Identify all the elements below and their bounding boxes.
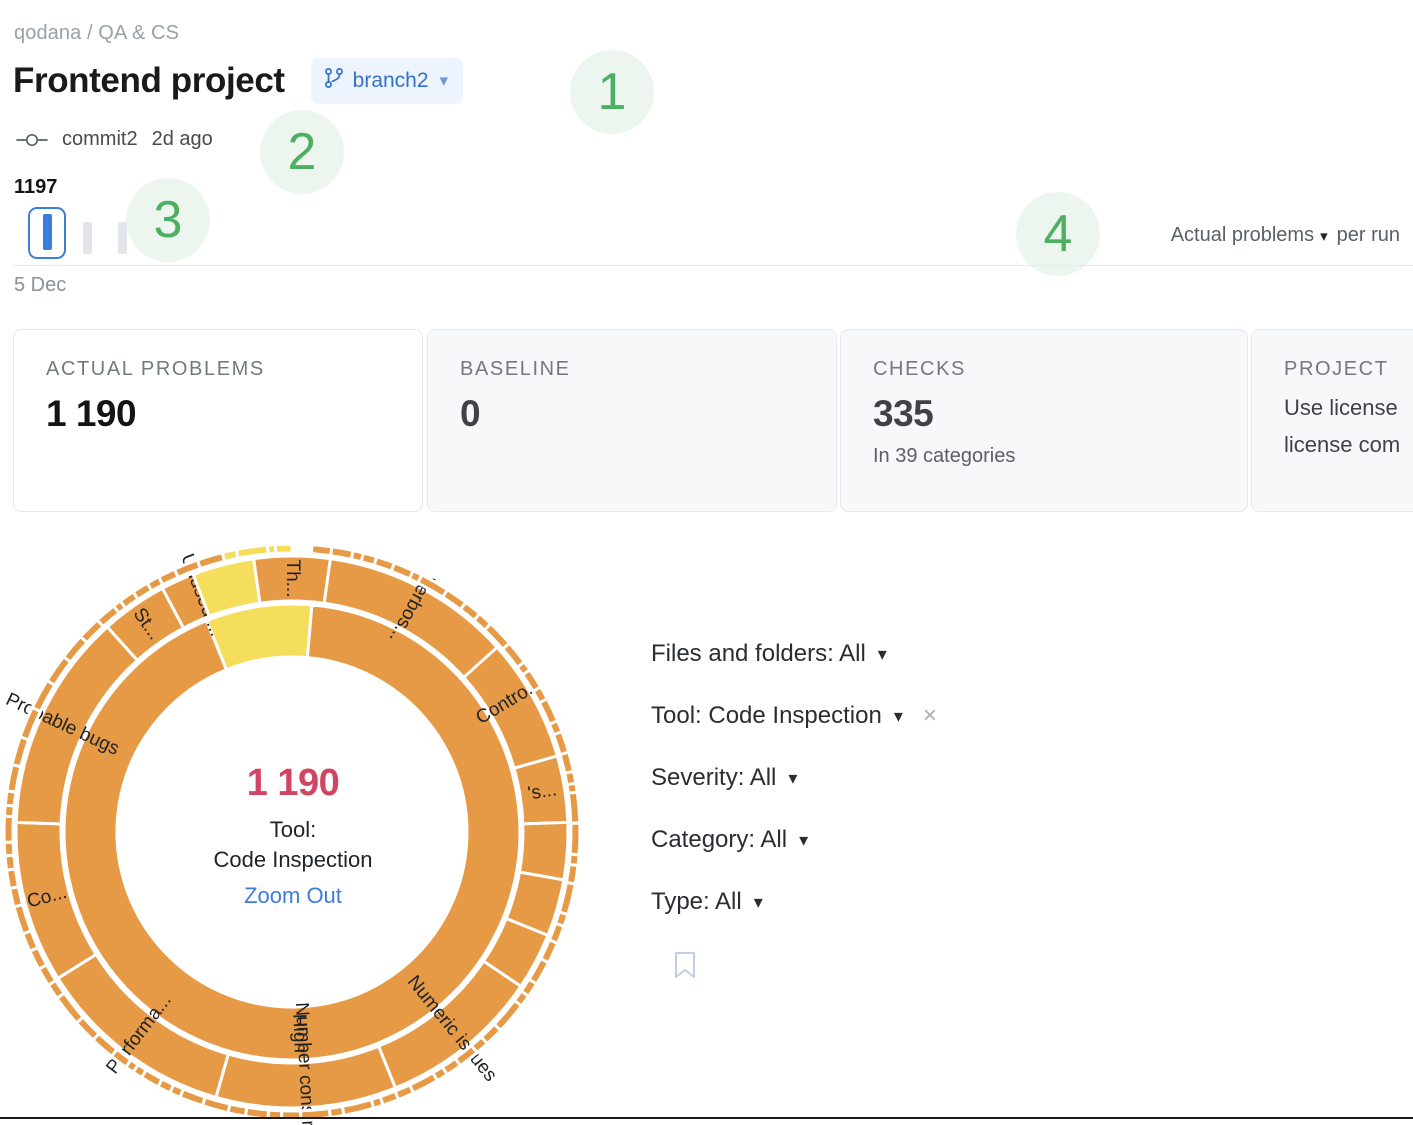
card-baseline[interactable]: BASELINE 0 [427, 329, 837, 512]
sunburst-label: Tool: Code Inspection [148, 815, 438, 874]
bottom-divider [0, 1117, 1413, 1119]
per-run-metric[interactable]: Actual problems [1171, 224, 1314, 247]
filter-panel: Files and folders: All ▾ Tool: Code Insp… [651, 640, 937, 985]
sunburst-inspection-22[interactable] [568, 792, 580, 823]
filter-files-and-folders[interactable]: Files and folders: All ▾ [651, 640, 937, 668]
run-bar-0[interactable] [43, 214, 52, 250]
commit-dot-icon [16, 132, 48, 148]
per-run-selector: Actual problems ▾ per run [1171, 224, 1400, 247]
commit-row: commit2 2d ago [16, 128, 213, 151]
filter-label: Tool: Code Inspection [651, 702, 882, 730]
annotation-badge-4: 4 [1016, 192, 1100, 276]
stat-cards: ACTUAL PROBLEMS 1 190 BASELINE 0 CHECKS … [13, 329, 1413, 512]
filter-label: Severity: All [651, 764, 776, 792]
breadcrumb: qodana / QA & CS [14, 22, 179, 45]
filter-severity[interactable]: Severity: All ▾ [651, 764, 937, 792]
annotation-badge-2: 2 [260, 110, 344, 194]
commit-name[interactable]: commit2 [62, 128, 138, 151]
branch-selector[interactable]: branch2 ▾ [311, 58, 463, 104]
filter-type[interactable]: Type: All ▾ [651, 888, 937, 916]
chevron-down-icon[interactable]: ▾ [878, 644, 887, 665]
chevron-down-icon[interactable]: ▾ [799, 830, 808, 851]
sunburst-inspection-1[interactable] [331, 547, 354, 560]
filter-label: Category: All [651, 826, 787, 854]
sunburst-total: 1 190 [148, 762, 438, 805]
runs-value: 1197 [14, 176, 134, 199]
sunburst-inspection-67[interactable] [7, 869, 19, 889]
card-label: CHECKS [873, 358, 1217, 381]
per-run-suffix: per run [1337, 224, 1400, 247]
run-bar-1[interactable] [83, 222, 92, 254]
card-value: 1 190 [46, 393, 392, 435]
sunburst-label-line2: Code Inspection [214, 847, 373, 872]
run-bar-2[interactable] [118, 222, 127, 254]
chevron-down-icon[interactable]: ▾ [1320, 227, 1328, 245]
card-actual-problems[interactable]: ACTUAL PROBLEMS 1 190 [13, 329, 423, 512]
chevron-down-icon[interactable]: ▾ [754, 892, 763, 913]
filter-label: Files and folders: All [651, 640, 866, 668]
card-text-line2: license com [1284, 428, 1413, 461]
chevron-down-icon[interactable]: ▾ [894, 706, 903, 727]
chevron-down-icon[interactable]: ▾ [788, 768, 797, 789]
card-sub: In 39 categories [873, 445, 1217, 468]
card-value: 0 [460, 393, 806, 435]
filter-tool[interactable]: Tool: Code Inspection ▾ × [651, 702, 937, 730]
page-title: Frontend project [13, 61, 285, 101]
clear-filter-icon[interactable]: × [923, 702, 937, 730]
sunburst-inspection-91[interactable] [275, 544, 292, 553]
sunburst-center: 1 190 Tool: Code Inspection Zoom Out [148, 762, 438, 909]
branch-name: branch2 [353, 69, 429, 93]
title-row: Frontend project branch2 ▾ [13, 58, 463, 104]
sunburst-inspection-0[interactable] [311, 545, 331, 556]
sunburst-inspection-25[interactable] [566, 864, 578, 884]
runs-date: 5 Dec [14, 274, 66, 297]
annotation-badge-1: 1 [570, 50, 654, 134]
sunburst-segment-label: Th... [282, 559, 303, 597]
runs-axis-line [14, 265, 1413, 266]
sunburst-inspection-23[interactable] [570, 823, 580, 855]
runs-mini-chart: 1197 [14, 176, 134, 254]
sunburst-label-line1: Tool: [270, 817, 316, 842]
runs-bars [14, 206, 134, 254]
sunburst-inspection-69[interactable] [4, 842, 14, 856]
sunburst-inspection-70[interactable] [4, 816, 13, 842]
sunburst-chart[interactable]: HighCo...Contro...'s...Numeric issuesNum… [0, 530, 600, 1125]
card-project[interactable]: PROJECT Use license license com [1251, 329, 1413, 512]
sunburst-severity-moderate[interactable] [207, 604, 312, 670]
commit-time: 2d ago [152, 128, 213, 151]
bookmark-icon[interactable] [672, 950, 937, 985]
annotation-badge-3: 3 [126, 178, 210, 262]
sunburst-segment-label: 's... [526, 779, 558, 804]
card-label: ACTUAL PROBLEMS [46, 358, 392, 381]
git-branch-icon [324, 67, 344, 95]
sunburst-inspection-68[interactable] [5, 855, 15, 870]
card-checks[interactable]: CHECKS 335 In 39 categories [840, 329, 1248, 512]
sunburst-category-3[interactable] [519, 822, 568, 880]
card-text-line1: Use license [1284, 391, 1413, 424]
card-label: BASELINE [460, 358, 806, 381]
card-label: PROJECT [1284, 358, 1413, 381]
filter-category[interactable]: Category: All ▾ [651, 826, 937, 854]
filter-label: Type: All [651, 888, 742, 916]
zoom-out-link[interactable]: Zoom Out [148, 883, 438, 909]
chevron-down-icon: ▾ [440, 71, 449, 91]
card-value: 335 [873, 393, 1217, 435]
